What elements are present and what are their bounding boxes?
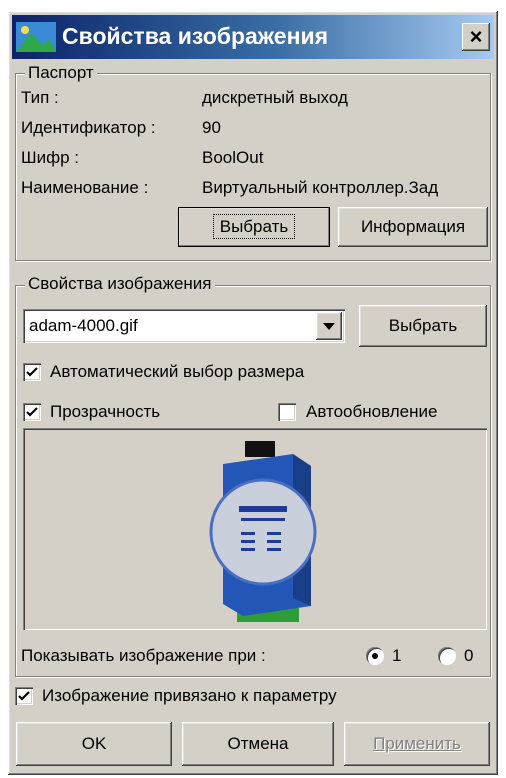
image-file-combobox[interactable]: adam-4000.gif bbox=[23, 309, 345, 343]
device-image bbox=[209, 441, 317, 622]
checkmark-icon bbox=[18, 691, 30, 701]
combobox-dropdown-button[interactable] bbox=[316, 312, 342, 340]
checkmark-icon bbox=[26, 407, 38, 417]
passport-select-button[interactable]: Выбрать bbox=[178, 207, 330, 247]
radio-1-label[interactable]: 1 bbox=[392, 646, 401, 666]
apply-button[interactable]: Применить bbox=[344, 722, 490, 766]
type-label: Тип : bbox=[21, 88, 59, 107]
name-value: Виртуальный контроллер.Зад bbox=[202, 178, 439, 197]
radio-1[interactable] bbox=[366, 647, 384, 665]
image-file-value: adam-4000.gif bbox=[29, 316, 138, 335]
ok-button[interactable]: OK bbox=[16, 722, 172, 766]
radio-0[interactable] bbox=[438, 647, 456, 665]
auto-size-checkbox[interactable] bbox=[23, 363, 41, 381]
type-value: дискретный выход bbox=[202, 88, 348, 107]
code-label: Шифр : bbox=[21, 148, 79, 167]
transparency-checkbox[interactable] bbox=[23, 403, 41, 421]
info-button[interactable]: Информация bbox=[338, 207, 488, 247]
image-props-legend: Свойства изображения bbox=[25, 274, 215, 294]
cancel-button[interactable]: Отмена bbox=[182, 722, 334, 766]
chevron-down-icon bbox=[323, 323, 335, 330]
code-value: BoolOut bbox=[202, 148, 264, 167]
bound-param-label[interactable]: Изображение привязано к параметру bbox=[42, 686, 337, 706]
window-title: Свойства изображения bbox=[62, 23, 329, 49]
id-value: 90 bbox=[202, 118, 221, 137]
auto-update-checkbox[interactable] bbox=[278, 403, 296, 421]
id-label: Идентификатор : bbox=[21, 118, 156, 137]
show-image-label: Показывать изображение при : bbox=[21, 646, 266, 665]
dialog-window: Свойства изображения × Паспорт Тип : дис… bbox=[8, 11, 498, 775]
passport-select-label: Выбрать bbox=[212, 214, 296, 239]
auto-update-label[interactable]: Автообновление bbox=[306, 402, 437, 422]
name-label: Наименование : bbox=[21, 178, 149, 197]
passport-legend: Паспорт bbox=[25, 63, 97, 83]
transparency-label[interactable]: Прозрачность bbox=[50, 402, 160, 422]
checkmark-icon bbox=[26, 367, 38, 377]
image-preview-panel bbox=[23, 428, 487, 630]
radio-1-dot bbox=[372, 653, 378, 659]
image-select-button[interactable]: Выбрать bbox=[359, 305, 487, 347]
bound-param-checkbox[interactable] bbox=[15, 687, 33, 705]
radio-0-label[interactable]: 0 bbox=[464, 646, 473, 666]
app-icon bbox=[16, 22, 56, 52]
close-button[interactable]: × bbox=[462, 23, 490, 51]
auto-size-label[interactable]: Автоматический выбор размера bbox=[50, 362, 304, 382]
title-bar[interactable]: Свойства изображения × bbox=[12, 15, 494, 59]
